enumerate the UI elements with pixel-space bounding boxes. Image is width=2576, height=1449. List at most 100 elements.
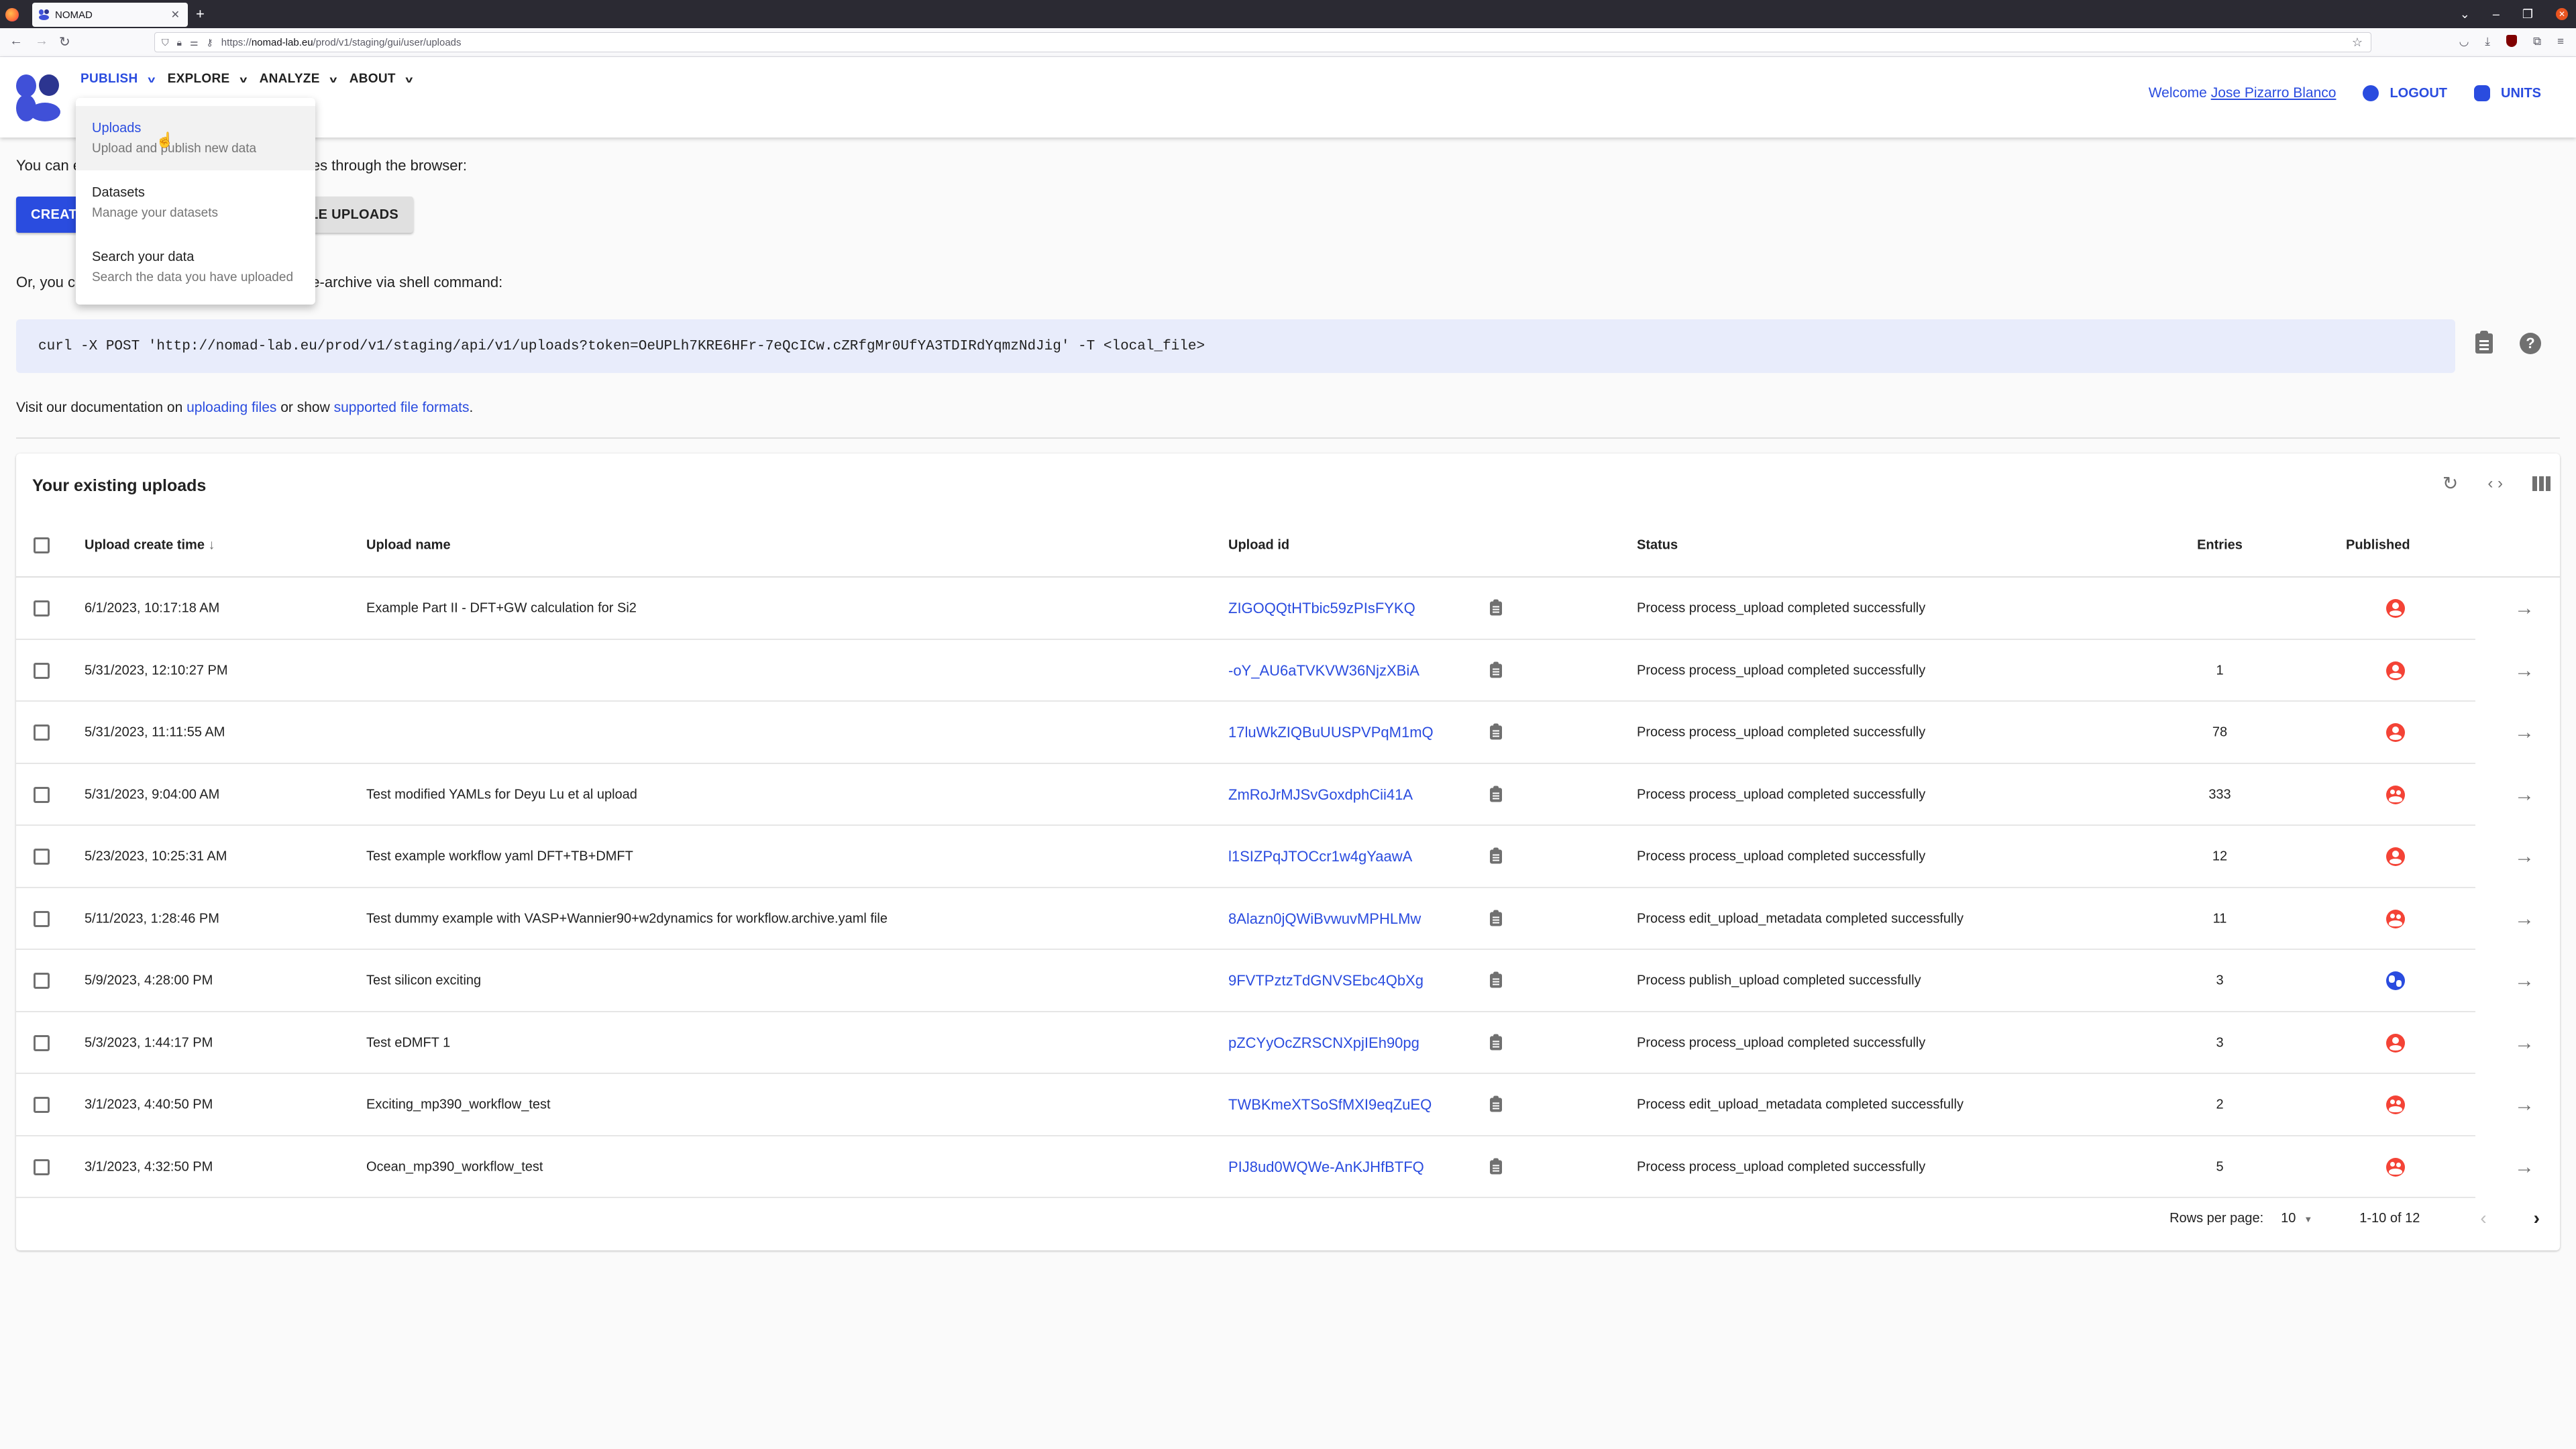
table-row[interactable]: 5/23/2023, 10:25:31 AM Test example workf… [16, 826, 2560, 888]
row-checkbox[interactable] [34, 600, 50, 617]
uploading-files-link[interactable]: uploading files [186, 400, 276, 415]
col-upload-id[interactable]: Upload id [1228, 537, 1289, 553]
key-icon[interactable]: ⚷ [207, 37, 213, 48]
minimize-icon[interactable]: – [2493, 7, 2500, 21]
open-upload-arrow-icon[interactable]: → [2514, 1032, 2534, 1055]
lock-icon[interactable]: 🔒︎ [177, 37, 182, 48]
menu-item-search-your-data[interactable]: Search your data Search the data you hav… [76, 235, 315, 299]
copy-id-button[interactable] [1490, 723, 1502, 740]
nav-analyze[interactable]: ANALYZE v [260, 72, 337, 87]
download-icon[interactable]: ⤓ [2485, 35, 2490, 48]
row-checkbox[interactable] [34, 1034, 50, 1051]
copy-id-button[interactable] [1490, 786, 1502, 802]
upload-id-link[interactable]: -oY_AU6aTVKVW36NjzXBiA [1228, 662, 1419, 680]
back-icon[interactable]: ← [9, 34, 23, 49]
copy-id-button[interactable] [1490, 1095, 1502, 1112]
col-entries[interactable]: Entries [2183, 537, 2257, 553]
extensions-icon[interactable]: ⧉ [2533, 35, 2541, 48]
supported-formats-link[interactable]: supported file formats [334, 400, 470, 415]
col-create-time[interactable]: Upload create time ↓ [85, 537, 215, 553]
browser-tab[interactable]: NOMAD ✕ [32, 3, 188, 27]
table-row[interactable]: 5/31/2023, 9:04:00 AM Test modified YAMLs… [16, 764, 2560, 826]
permissions-icon[interactable]: ⚌ [190, 37, 199, 48]
logout-button[interactable]: LOGOUT [2363, 85, 2447, 101]
copy-id-button[interactable] [1490, 847, 1502, 864]
copy-id-button[interactable] [1490, 910, 1502, 926]
reload-icon[interactable]: ↻ [2443, 472, 2458, 494]
copy-id-button[interactable] [1490, 661, 1502, 678]
reload-icon[interactable]: ↻ [59, 34, 70, 50]
row-checkbox[interactable] [34, 1159, 50, 1175]
copy-id-button[interactable] [1490, 971, 1502, 988]
columns-icon[interactable] [2532, 476, 2551, 491]
upload-id-link[interactable]: PIJ8ud0WQWe-AnKJHfBTFQ [1228, 1159, 1424, 1176]
next-page-button[interactable]: › [2534, 1208, 2540, 1229]
open-upload-arrow-icon[interactable]: → [2514, 784, 2534, 806]
menu-icon[interactable]: ≡ [2557, 35, 2564, 48]
copy-clipboard-icon[interactable] [2475, 331, 2493, 354]
nav-about[interactable]: ABOUT v [350, 72, 413, 87]
table-row[interactable]: 5/9/2023, 4:28:00 PM Test silicon excitin… [16, 950, 2560, 1012]
table-row[interactable]: 5/3/2023, 1:44:17 PM Test eDMFT 1 pZCYyOcZ… [16, 1012, 2560, 1074]
row-checkbox[interactable] [34, 849, 50, 865]
clipboard-icon [1490, 723, 1502, 740]
window-close-icon[interactable]: ✕ [2556, 8, 2568, 20]
ublock-icon[interactable] [2506, 35, 2517, 47]
open-upload-arrow-icon[interactable]: → [2514, 908, 2534, 930]
table-row[interactable]: 6/1/2023, 10:17:18 AM Example Part II - D… [16, 578, 2560, 640]
row-checkbox[interactable] [34, 724, 50, 741]
new-tab-button[interactable]: + [196, 5, 205, 23]
upload-id-link[interactable]: l1SIZPqJTOCcr1w4gYaawA [1228, 848, 1412, 865]
url-bar[interactable]: ⛉ 🔒︎ ⚌ ⚷ https://nomad-lab.eu/prod/v1/stagi… [154, 32, 2371, 52]
row-checkbox[interactable] [34, 1097, 50, 1114]
select-all-checkbox[interactable] [34, 537, 50, 553]
table-row[interactable]: 3/1/2023, 4:32:50 PM Ocean_mp390_workflow… [16, 1136, 2560, 1198]
table-row[interactable]: 5/11/2023, 1:28:46 PM Test dummy example … [16, 888, 2560, 950]
pocket-icon[interactable]: ◡ [2459, 35, 2469, 48]
table-row[interactable]: 5/31/2023, 11:11:55 AM 17luWkZIQBuUUSPVPq… [16, 702, 2560, 764]
upload-id-link[interactable]: 8Alazn0jQWiBvwuvMPHLMw [1228, 910, 1421, 928]
open-upload-arrow-icon[interactable]: → [2514, 721, 2534, 744]
shield-icon[interactable]: ⛉ [162, 37, 169, 48]
open-upload-arrow-icon[interactable]: → [2514, 1156, 2534, 1179]
upload-id-link[interactable]: TWBKmeXTSoSfMXI9eqZuEQ [1228, 1096, 1432, 1114]
prev-page-button[interactable]: ‹ [2480, 1208, 2486, 1229]
copy-id-button[interactable] [1490, 1034, 1502, 1051]
menu-item-datasets[interactable]: Datasets Manage your datasets [76, 170, 315, 235]
copy-id-button[interactable] [1490, 599, 1502, 616]
bookmark-star-icon[interactable]: ☆ [2352, 36, 2363, 50]
units-button[interactable]: UNITS [2474, 85, 2541, 101]
help-icon[interactable]: ? [2520, 333, 2541, 354]
menu-item-uploads[interactable]: Uploads Upload and publish new data [76, 106, 315, 170]
upload-id-link[interactable]: ZIGOQQtHTbic59zPIsFYKQ [1228, 600, 1415, 617]
code-icon[interactable]: ‹ › [2487, 474, 2503, 493]
open-upload-arrow-icon[interactable]: → [2514, 845, 2534, 868]
nav-explore[interactable]: EXPLORE v [168, 72, 247, 87]
rows-per-page-select[interactable]: 10 ▼ [2281, 1211, 2312, 1226]
open-upload-arrow-icon[interactable]: → [2514, 969, 2534, 992]
open-upload-arrow-icon[interactable]: → [2514, 659, 2534, 682]
copy-id-button[interactable] [1490, 1158, 1502, 1175]
forward-icon[interactable]: → [35, 34, 48, 49]
table-row[interactable]: 3/1/2023, 4:40:50 PM Exciting_mp390_workf… [16, 1074, 2560, 1136]
open-upload-arrow-icon[interactable]: → [2514, 597, 2534, 620]
tab-list-icon[interactable]: ⌄ [2460, 7, 2470, 21]
table-row[interactable]: 5/31/2023, 12:10:27 PM -oY_AU6aTVKVW36Njz… [16, 640, 2560, 702]
nomad-logo[interactable] [16, 74, 60, 121]
upload-id-link[interactable]: 9FVTPztzTdGNVSEbc4QbXg [1228, 972, 1424, 989]
upload-id-link[interactable]: ZmRoJrMJSvGoxdphCii41A [1228, 786, 1413, 804]
row-checkbox[interactable] [34, 662, 50, 679]
close-tab-icon[interactable]: ✕ [171, 8, 180, 21]
row-checkbox[interactable] [34, 910, 50, 927]
open-upload-arrow-icon[interactable]: → [2514, 1093, 2534, 1116]
user-profile-link[interactable]: Jose Pizarro Blanco [2211, 85, 2337, 101]
upload-id-link[interactable]: 17luWkZIQBuUUSPVPqM1mQ [1228, 724, 1434, 741]
row-checkbox[interactable] [34, 973, 50, 989]
nav-publish[interactable]: PUBLISH v [80, 72, 155, 87]
maximize-icon[interactable]: ❐ [2522, 7, 2533, 21]
upload-id-link[interactable]: pZCYyOcZRSCNXpjIEh90pg [1228, 1034, 1419, 1052]
col-status[interactable]: Status [1637, 537, 1678, 553]
col-upload-name[interactable]: Upload name [366, 537, 451, 553]
row-checkbox[interactable] [34, 786, 50, 803]
col-published[interactable]: Published [2346, 537, 2410, 553]
